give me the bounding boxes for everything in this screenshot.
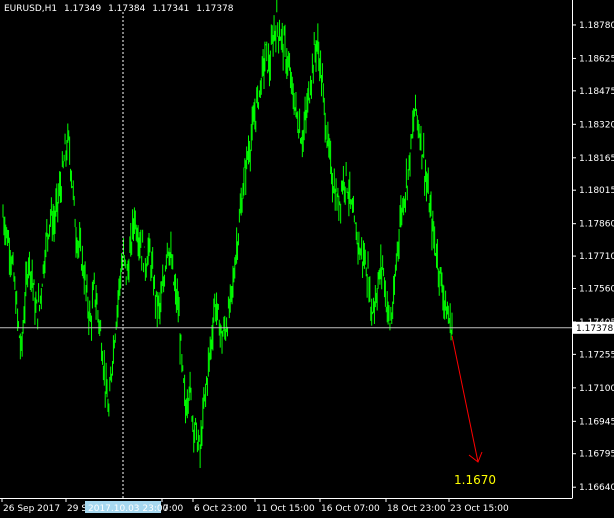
price-tick-label: 1.18015 (579, 186, 614, 196)
time-tick-label: 16 Oct 07:00 (321, 504, 380, 514)
price-tick-label: 1.16640 (579, 483, 614, 493)
close-value: 1.17378 (196, 4, 234, 14)
price-tick-label: 1.18780 (579, 21, 614, 31)
price-tick-label: 1.16945 (579, 417, 614, 427)
chart-background (0, 0, 614, 518)
low-value: 1.17341 (152, 4, 190, 14)
time-tick-label: 6 Oct 23:00 (194, 504, 247, 514)
time-tick-label: 23 Oct 15:00 (450, 504, 509, 514)
symbol-label: EURUSD,H1 (4, 4, 58, 14)
price-tick-label: 1.17560 (579, 284, 614, 294)
chart-window[interactable]: 1.18780 1.18625 1.18475 1.18320 1.18165 1.180… (0, 0, 614, 518)
price-tick-label: 1.17860 (579, 220, 614, 230)
price-tick-label: 1.16795 (579, 450, 614, 460)
time-tick-label: 26 Sep 2017 (3, 504, 60, 514)
price-tick-label: 1.17710 (579, 252, 614, 262)
chart-header: EURUSD,H1 1.17349 1.17384 1.17341 1.1737… (4, 4, 238, 14)
high-value: 1.17384 (108, 4, 146, 14)
forecast-target-label: 1.1670 (454, 473, 496, 487)
price-tick-label: 1.17100 (579, 384, 614, 394)
crosshair-label: 2017.10.03 23:00 (88, 504, 169, 514)
time-tick-label: 18 Oct 23:00 (387, 504, 446, 514)
price-tick-label: 1.18165 (579, 154, 614, 164)
price-tick-label: 1.17255 (579, 350, 614, 360)
time-tick-label: 29 S (67, 504, 87, 514)
time-tick-label: 11 Oct 15:00 (256, 504, 315, 514)
current-price-label: 1.17378 (576, 324, 613, 334)
price-tick-label: 1.18625 (579, 54, 614, 64)
price-tick-label: 1.18320 (579, 120, 614, 130)
open-value: 1.17349 (64, 4, 102, 14)
price-chart[interactable]: 1.18780 1.18625 1.18475 1.18320 1.18165 1.180… (0, 0, 614, 518)
price-tick-label: 1.18475 (579, 87, 614, 97)
